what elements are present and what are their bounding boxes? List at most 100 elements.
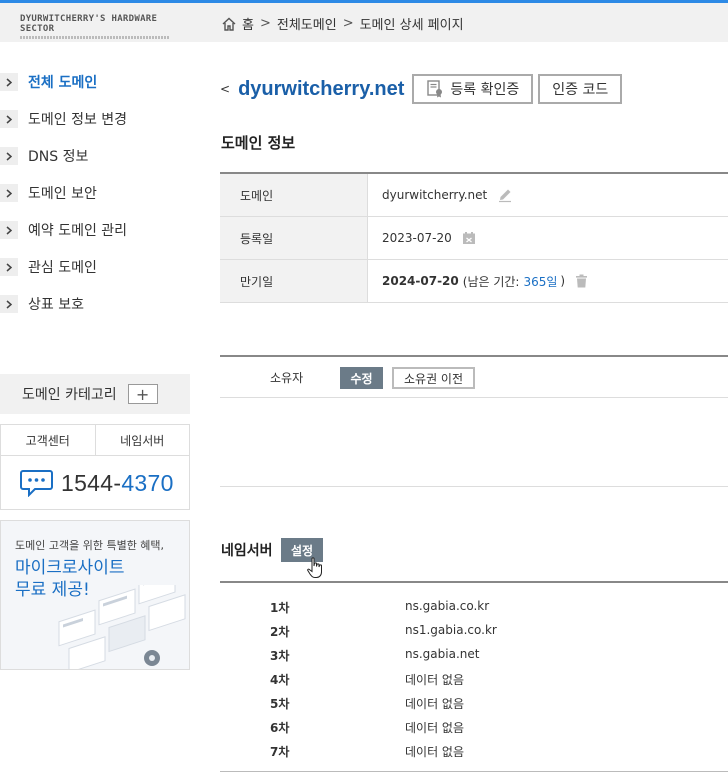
nameserver-row: 4차 데이터 없음 <box>220 671 728 691</box>
nameserver-order: 6차 <box>270 721 290 735</box>
registered-date: 2023-07-20 <box>382 231 452 245</box>
sidebar-item-trademark-protection[interactable]: 상표 보호 <box>0 294 84 314</box>
auth-code-button[interactable]: 인증 코드 <box>538 74 623 104</box>
logo-subline <box>20 36 170 39</box>
nameserver-row: 5차 데이터 없음 <box>220 695 728 715</box>
support-phone: 1544-4370 <box>1 456 189 510</box>
sidebar-item-label: 도메인 보안 <box>28 186 97 202</box>
nameserver-divider <box>220 581 728 583</box>
info-row-domain: 도메인 dyurwitcherry.net <box>220 174 728 217</box>
nameserver-row: 1차 ns.gabia.co.kr <box>220 599 728 619</box>
sidebar-item-reserved-domains[interactable]: 예약 도메인 관리 <box>0 220 127 240</box>
domain-value: dyurwitcherry.net <box>382 188 488 202</box>
sidebar-item-all-domains[interactable]: 전체 도메인 <box>0 72 97 92</box>
support-tabs: 고객센터 네임서버 <box>1 425 189 456</box>
breadcrumb-all-domains[interactable]: 전체도메인 <box>277 14 337 33</box>
nameserver-row: 2차 ns1.gabia.co.kr <box>220 623 728 643</box>
trash-icon[interactable] <box>575 274 588 288</box>
breadcrumb: 홈 > 전체도메인 > 도메인 상세 페이지 <box>221 14 464 33</box>
microsite-promo-banner[interactable]: 도메인 고객을 위한 특별한 혜택, 마이크로사이트 무료 제공! <box>0 520 190 670</box>
nameserver-order: 2차 <box>270 625 290 639</box>
info-row-expiry: 만기일 2024-07-20 (남은 기간: 365일 ) <box>220 260 728 303</box>
breadcrumb-separator: > <box>259 16 271 31</box>
domain-info-table: 도메인 dyurwitcherry.net 등록일 2023-07-20 만기일… <box>220 172 728 303</box>
chevron-right-icon <box>0 221 18 239</box>
chat-bubble-icon <box>20 470 53 497</box>
domain-category-box: 도메인 카테고리 + <box>0 374 190 414</box>
home-icon[interactable] <box>221 16 237 32</box>
sidebar-item-dns-info[interactable]: DNS 정보 <box>0 146 88 166</box>
nameserver-bottom-divider <box>220 771 728 772</box>
nameserver-value: ns.gabia.net <box>405 647 480 661</box>
sidebar-item-label: DNS 정보 <box>28 149 89 165</box>
remaining-suffix: ) <box>560 274 566 288</box>
site-logo[interactable]: DYURWITCHERRY'S HARDWARE SECTOR <box>20 14 182 39</box>
info-label: 도메인 <box>220 174 368 216</box>
ownership-transfer-button[interactable]: 소유권 이전 <box>392 367 475 389</box>
calendar-icon[interactable] <box>462 231 476 245</box>
add-category-button[interactable]: + <box>127 384 158 404</box>
customer-support-box: 고객센터 네임서버 1544-4370 <box>0 424 190 510</box>
phone-prefix: 1544- <box>61 469 122 496</box>
remaining-prefix: (남은 기간: <box>462 274 520 289</box>
domain-title: dyurwitcherry.net <box>238 77 405 100</box>
promo-subtitle: 도메인 고객을 위한 특별한 혜택, <box>15 539 165 552</box>
nameserver-order: 5차 <box>270 697 290 711</box>
header-bar: DYURWITCHERRY'S HARDWARE SECTOR 홈 > 전체도메… <box>0 3 728 42</box>
expiry-date: 2024-07-20 <box>382 274 459 288</box>
support-phone-number: 1544-4370 <box>61 470 174 497</box>
nameserver-value: ns.gabia.co.kr <box>405 599 490 613</box>
sidebar-item-label: 예약 도메인 관리 <box>28 223 128 239</box>
chevron-right-icon <box>0 110 18 128</box>
nameserver-value: ns1.gabia.co.kr <box>405 623 497 637</box>
hand-pointer-cursor-icon <box>307 557 322 578</box>
sidebar-item-domain-security[interactable]: 도메인 보안 <box>0 183 97 203</box>
nameserver-row: 7차 데이터 없음 <box>220 743 728 763</box>
tab-nameserver[interactable]: 네임서버 <box>96 425 190 455</box>
chevron-right-icon <box>0 147 18 165</box>
info-value: dyurwitcherry.net <box>368 174 513 216</box>
domain-category-label: 도메인 카테고리 <box>22 387 117 403</box>
nameserver-heading: 네임서버 <box>221 543 273 559</box>
owner-edit-button[interactable]: 수정 <box>340 367 383 389</box>
chevron-right-icon <box>0 258 18 276</box>
phone-suffix: 4370 <box>121 469 174 496</box>
info-row-registered: 등록일 2023-07-20 <box>220 217 728 260</box>
info-value: 2024-07-20 (남은 기간: 365일 ) <box>368 260 588 302</box>
sidebar-item-label: 도메인 정보 변경 <box>28 112 128 128</box>
nameserver-value: 데이터 없음 <box>405 721 465 735</box>
nameserver-value: 데이터 없음 <box>405 673 465 687</box>
back-button[interactable]: < <box>220 82 230 96</box>
info-label: 만기일 <box>220 260 368 302</box>
sidebar-item-label: 전체 도메인 <box>28 75 98 91</box>
chevron-right-icon <box>0 184 18 202</box>
sidebar-item-watched-domains[interactable]: 관심 도메인 <box>0 257 97 277</box>
owner-label: 소유자 <box>270 371 304 385</box>
registration-certificate-button[interactable]: 등록 확인증 <box>412 74 534 104</box>
info-value: 2023-07-20 <box>368 217 476 259</box>
nameserver-value: 데이터 없음 <box>405 697 465 711</box>
breadcrumb-separator: > <box>342 16 354 31</box>
logo-text: DYURWITCHERRY'S HARDWARE SECTOR <box>20 14 158 34</box>
registration-certificate-label: 등록 확인증 <box>450 82 520 98</box>
nameserver-row: 3차 ns.gabia.net <box>220 647 728 667</box>
info-label: 등록일 <box>220 217 368 259</box>
owner-section-divider <box>220 486 728 487</box>
pencil-icon[interactable] <box>497 187 513 203</box>
owner-section: 소유자 수정 소유권 이전 <box>220 355 728 398</box>
microsite-illustration <box>58 585 186 669</box>
sidebar-item-label: 관심 도메인 <box>28 260 97 276</box>
nameserver-order: 3차 <box>270 649 290 663</box>
domain-info-heading: 도메인 정보 <box>221 134 296 152</box>
sidebar-item-domain-info-change[interactable]: 도메인 정보 변경 <box>0 109 127 129</box>
remaining-days: 365일 <box>523 274 558 289</box>
nameserver-order: 1차 <box>270 601 290 615</box>
chevron-right-icon <box>0 295 18 313</box>
tab-customer-center[interactable]: 고객센터 <box>1 425 96 455</box>
nameserver-value: 데이터 없음 <box>405 745 465 759</box>
chevron-right-icon <box>0 73 18 91</box>
certificate-icon <box>427 80 443 98</box>
breadcrumb-home[interactable]: 홈 <box>242 14 254 33</box>
nameserver-row: 6차 데이터 없음 <box>220 719 728 739</box>
domain-title-row: < dyurwitcherry.net 등록 확인증 인증 코드 <box>220 74 627 104</box>
